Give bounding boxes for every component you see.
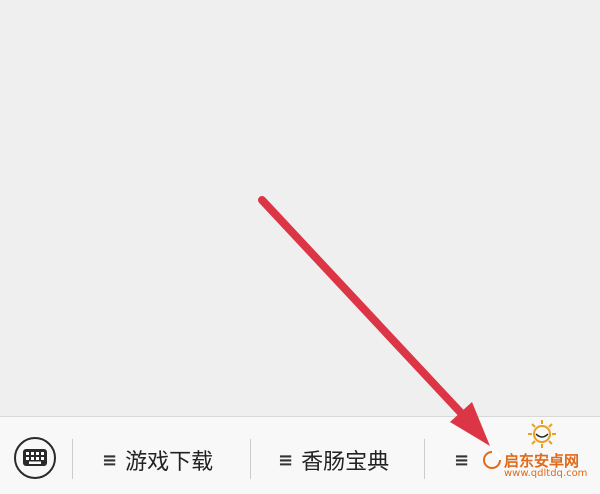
menu-icon: ≡ <box>102 449 118 471</box>
menu-icon: ≡ <box>454 449 470 471</box>
page: ≡ 游戏下载 ≡ 香肠宝典 ≡ 启东安卓网 www.qdltdq.com <box>0 0 600 494</box>
menu-item-label: 游戏下载 <box>125 450 214 475</box>
keyboard-icon <box>23 449 47 466</box>
menu-icon: ≡ <box>278 449 294 471</box>
watermark-url: www.qdltdq.com <box>504 468 588 479</box>
site-watermark: 启东安卓网 www.qdltdq.com <box>482 416 594 486</box>
menu-divider <box>72 439 73 479</box>
keyboard-toggle-button[interactable] <box>14 437 56 479</box>
menu-item-game-download[interactable]: ≡ 游戏下载 <box>102 443 252 477</box>
menu-divider <box>424 439 425 479</box>
menu-item-label: 香肠宝典 <box>301 450 390 475</box>
menu-divider <box>250 439 251 479</box>
menu-item-sausage-guide[interactable]: ≡ 香肠宝典 <box>278 443 418 477</box>
blank-content-area <box>0 0 600 416</box>
